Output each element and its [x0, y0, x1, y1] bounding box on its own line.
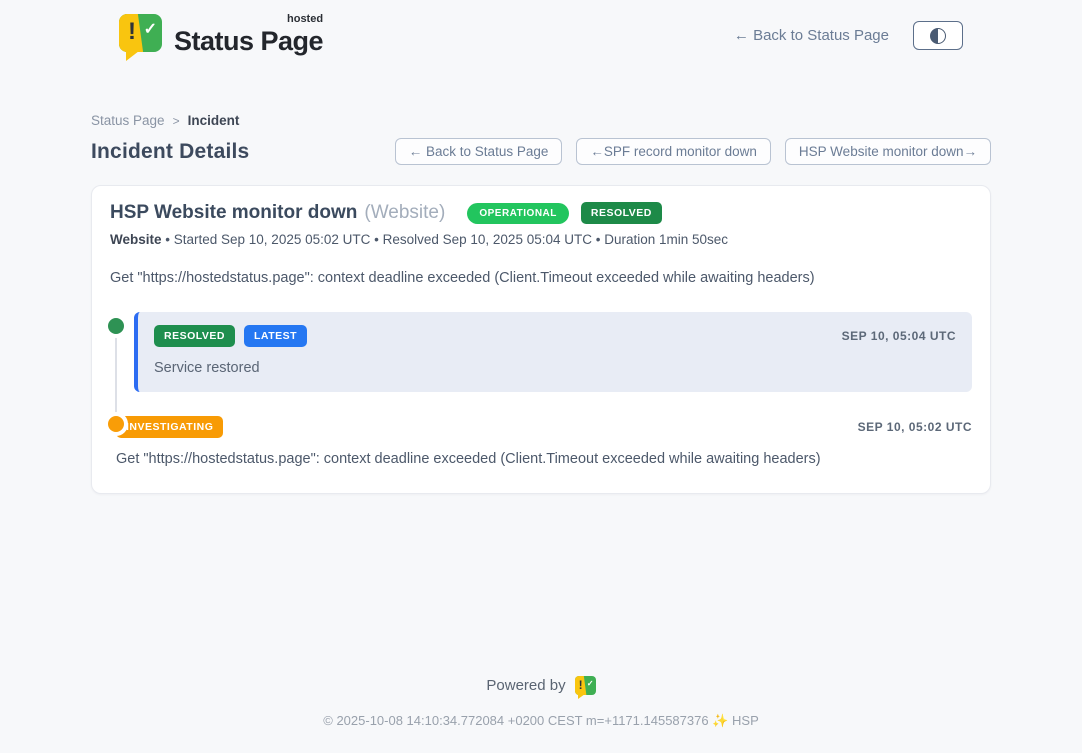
breadcrumb: Status Page > Incident — [91, 113, 991, 128]
copyright-text: © 2025-10-08 14:10:34.772084 +0200 CEST … — [323, 713, 708, 728]
next-incident-button[interactable]: HSP Website monitor down→ — [785, 138, 991, 165]
brand-text: Status Page hosted — [174, 14, 323, 57]
brand-superscript: hosted — [287, 13, 323, 25]
timeline-message: Get "https://hostedstatus.page": context… — [116, 451, 972, 467]
timeline-entry-highlight-box: RESOLVED LATEST SEP 10, 05:04 UTC Servic… — [134, 312, 972, 392]
breadcrumb-separator: > — [173, 114, 180, 128]
timeline-message: Service restored — [154, 360, 956, 376]
theme-toggle-button[interactable] — [913, 21, 963, 50]
incident-card: HSP Website monitor down (Website) OPERA… — [91, 185, 991, 494]
latest-badge: LATEST — [244, 325, 307, 347]
incident-component: (Website) — [364, 202, 445, 224]
exclamation-glyph: ! — [579, 678, 583, 692]
incident-timeline: RESOLVED LATEST SEP 10, 05:04 UTC Servic… — [110, 312, 972, 467]
logo-bubble: ! ✓ — [119, 14, 162, 52]
status-page-logo-icon: ! ✓ — [119, 14, 162, 52]
brand-logo[interactable]: ! ✓ Status Page hosted — [119, 14, 323, 57]
resolved-badge: RESOLVED — [154, 325, 235, 347]
powered-by-logo-icon[interactable]: ! ✓ — [575, 676, 596, 695]
timeline-timestamp: SEP 10, 05:04 UTC — [842, 329, 956, 343]
resolved-state-badge: RESOLVED — [581, 202, 662, 224]
breadcrumb-status-page[interactable]: Status Page — [91, 113, 165, 128]
main-content: Status Page > Incident Incident Details … — [91, 113, 991, 494]
incident-nav-buttons: ← Back to Status Page ←SPF record monito… — [395, 138, 991, 165]
copyright-line: © 2025-10-08 14:10:34.772084 +0200 CEST … — [0, 713, 1082, 729]
meta-details: • Started Sep 10, 2025 05:02 UTC • Resol… — [162, 232, 729, 247]
prev-incident-button[interactable]: ←SPF record monitor down — [576, 138, 771, 165]
operational-status-badge: OPERATIONAL — [467, 203, 569, 224]
brand-name: Status Page — [174, 26, 323, 56]
logo-bubble-tail — [126, 51, 139, 61]
timeline-entry-resolved: RESOLVED LATEST SEP 10, 05:04 UTC Servic… — [110, 312, 972, 392]
page-header: ! ✓ Status Page hosted ← Back to Status … — [0, 0, 1082, 57]
timeline-dot-orange — [108, 416, 124, 432]
copyright-brand: HSP — [732, 713, 759, 728]
logo-bubble-tail — [578, 694, 585, 699]
page-footer: Powered by ! ✓ © 2025-10-08 14:10:34.772… — [0, 676, 1082, 753]
exclamation-glyph: ! — [128, 18, 136, 46]
incident-description: Get "https://hostedstatus.page": context… — [110, 270, 972, 286]
timeline-timestamp: SEP 10, 05:02 UTC — [858, 420, 972, 434]
back-to-status-page-button[interactable]: ← Back to Status Page — [395, 138, 563, 165]
contrast-icon — [930, 28, 946, 44]
meta-component-name: Website — [110, 232, 162, 247]
investigating-badge: INVESTIGATING — [116, 416, 223, 438]
timeline-dot-green — [108, 318, 124, 334]
breadcrumb-incident: Incident — [188, 113, 240, 128]
header-back-to-status-page-link[interactable]: ← Back to Status Page — [734, 27, 889, 44]
incident-title: HSP Website monitor down — [110, 202, 357, 224]
check-glyph: ✓ — [144, 19, 157, 39]
sparkles-icon: ✨ — [712, 713, 728, 728]
page-title: Incident Details — [91, 140, 249, 164]
powered-by-label: Powered by — [486, 677, 565, 694]
timeline-entry-investigating: INVESTIGATING SEP 10, 05:02 UTC Get "htt… — [110, 416, 972, 467]
powered-by: Powered by ! ✓ — [486, 676, 595, 695]
incident-meta: Website • Started Sep 10, 2025 05:02 UTC… — [110, 232, 972, 247]
check-glyph: ✓ — [587, 679, 594, 688]
